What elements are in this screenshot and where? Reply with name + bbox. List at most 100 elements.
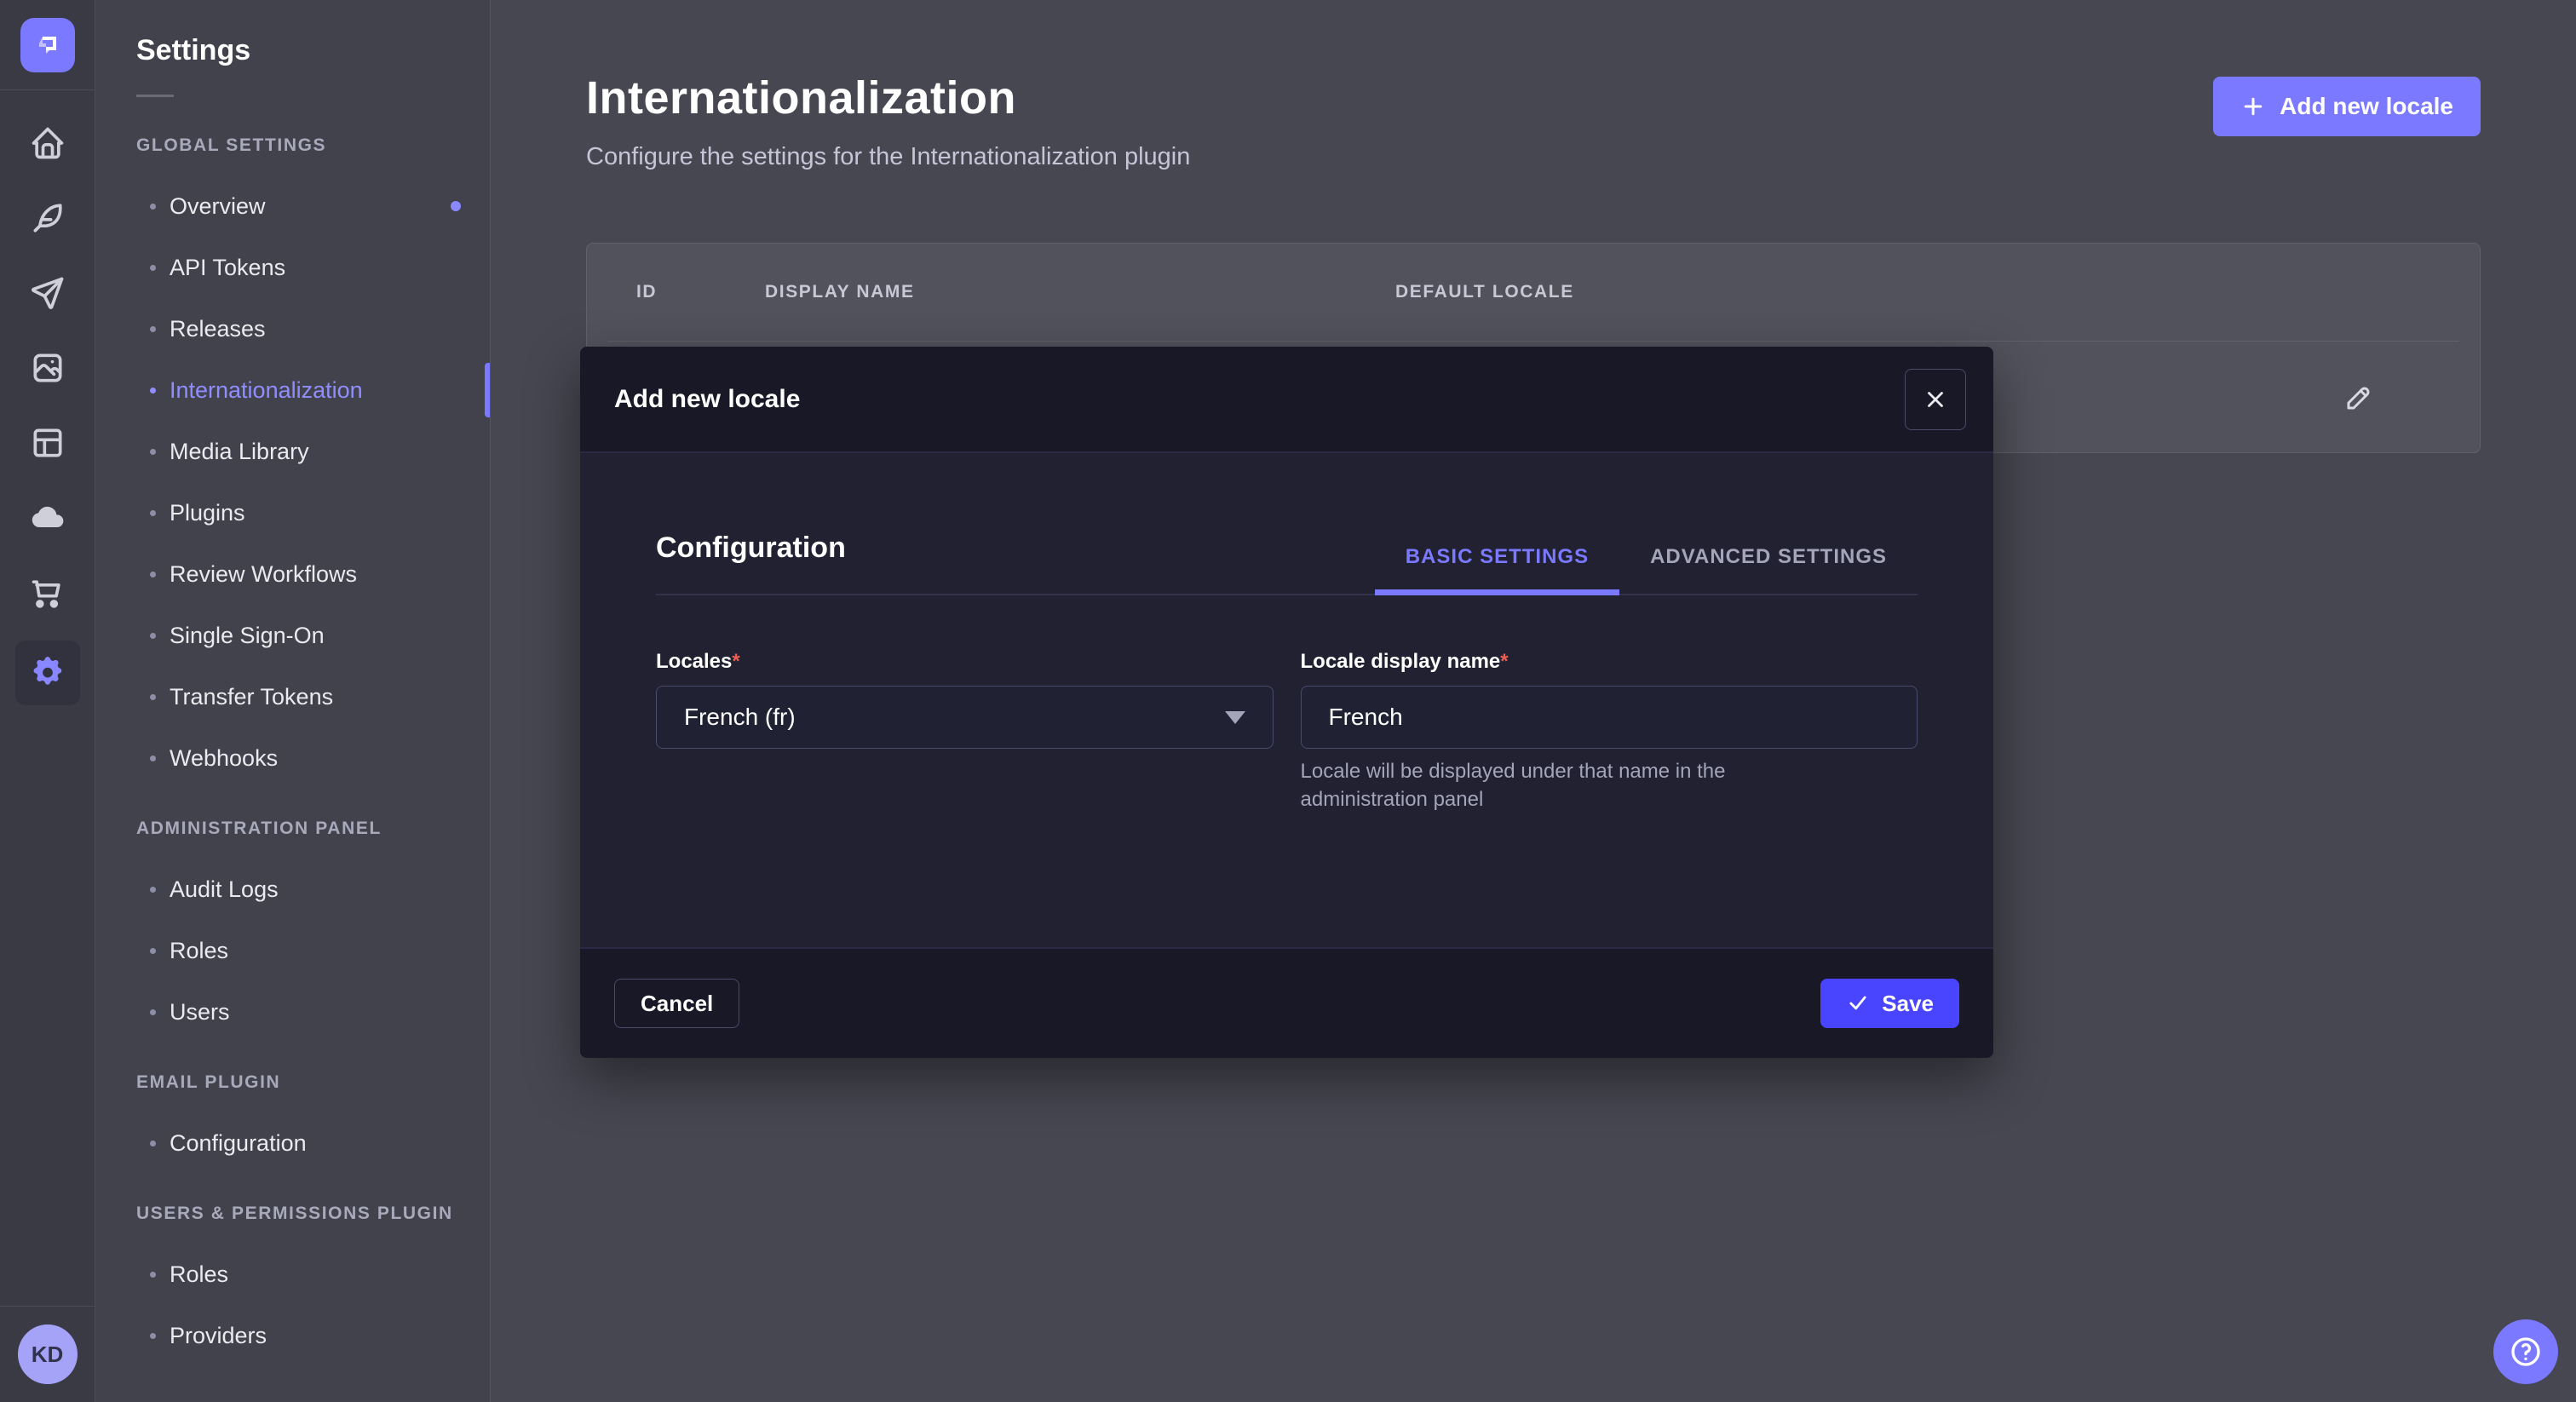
notification-dot: [451, 201, 461, 211]
bullet-dot: [150, 887, 156, 893]
save-button[interactable]: Save: [1820, 979, 1959, 1028]
plus-icon: [2240, 94, 2266, 119]
column-display-name: DISPLAY NAME: [765, 244, 915, 341]
bullet-dot: [150, 572, 156, 577]
sidebar-item-users[interactable]: Users: [95, 981, 490, 1043]
locales-field: Locales* French (fr): [656, 650, 1274, 813]
sidebar-item-audit-logs[interactable]: Audit Logs: [95, 859, 490, 920]
bullet-dot: [150, 694, 156, 700]
sidebar-item-media-library[interactable]: Media Library: [95, 421, 490, 482]
sidebar-item-label: Configuration: [170, 1130, 307, 1157]
modal-body: Configuration BASIC SETTINGS ADVANCED SE…: [580, 453, 1993, 947]
settings-sidebar-header: Settings: [95, 0, 490, 97]
modal-header: Add new locale: [580, 347, 1993, 453]
sidebar-item-label: Audit Logs: [170, 876, 279, 903]
sidebar-item-releases[interactable]: Releases: [95, 298, 490, 359]
sidebar-item-label: API Tokens: [170, 255, 285, 281]
sidebar-title: Settings: [136, 34, 490, 67]
page-header: Internationalization Configure the setti…: [492, 0, 2576, 171]
sidebar-item-api-tokens[interactable]: API Tokens: [95, 237, 490, 298]
cart-icon[interactable]: [20, 566, 75, 620]
bullet-dot: [150, 510, 156, 516]
cancel-button[interactable]: Cancel: [614, 979, 739, 1028]
locales-select-value: French (fr): [684, 704, 796, 731]
locales-label-text: Locales: [656, 650, 732, 673]
edit-pencil-icon[interactable]: [2335, 374, 2383, 422]
tab-advanced-settings[interactable]: ADVANCED SETTINGS: [1619, 545, 1918, 595]
bullet-dot: [150, 1272, 156, 1278]
bullet-dot: [150, 326, 156, 332]
bullet-dot: [150, 388, 156, 394]
display-name-input[interactable]: [1329, 704, 1890, 731]
sidebar-item-label: Single Sign-On: [170, 623, 325, 649]
avatar[interactable]: KD: [18, 1324, 78, 1384]
section-email-plugin: EMAIL PLUGIN: [95, 1053, 490, 1112]
locales-select[interactable]: French (fr): [656, 686, 1274, 749]
sidebar-item-review-workflows[interactable]: Review Workflows: [95, 543, 490, 605]
section-administration-panel: ADMINISTRATION PANEL: [95, 799, 490, 859]
display-name-input-wrap: [1301, 686, 1918, 749]
save-label: Save: [1882, 991, 1934, 1017]
column-default-locale: DEFAULT LOCALE: [1395, 244, 1574, 341]
page-title: Internationalization: [586, 72, 2481, 124]
modal-title: Add new locale: [614, 385, 800, 414]
bullet-dot: [150, 449, 156, 455]
sidebar-item-label: Providers: [170, 1323, 267, 1349]
bullet-dot: [150, 265, 156, 271]
sidebar-item-label: Transfer Tokens: [170, 684, 333, 710]
sidebar-item-admin-roles[interactable]: Roles: [95, 920, 490, 981]
sidebar-item-overview[interactable]: Overview: [95, 175, 490, 237]
sidebar-item-plugins[interactable]: Plugins: [95, 482, 490, 543]
sidebar-item-label: Internationalization: [170, 377, 363, 404]
strapi-logo-icon: [32, 30, 63, 60]
home-icon[interactable]: [20, 116, 75, 170]
display-name-hint: Locale will be displayed under that name…: [1301, 757, 1829, 813]
rail-icon-list: [0, 90, 95, 705]
sidebar-item-label: Roles: [170, 1261, 228, 1288]
section-users-permissions-plugin: USERS & PERMISSIONS PLUGIN: [95, 1184, 490, 1244]
feather-icon[interactable]: [20, 191, 75, 245]
bullet-dot: [150, 756, 156, 761]
layout-icon[interactable]: [20, 416, 75, 470]
section-global-settings: GLOBAL SETTINGS: [95, 116, 490, 175]
sidebar-item-transfer-tokens[interactable]: Transfer Tokens: [95, 666, 490, 727]
sidebar-item-up-roles[interactable]: Roles: [95, 1244, 490, 1305]
bullet-dot: [150, 1141, 156, 1146]
sidebar-item-label: Review Workflows: [170, 561, 357, 588]
sidebar-item-email-configuration[interactable]: Configuration: [95, 1112, 490, 1174]
cloud-icon[interactable]: [20, 491, 75, 545]
sidebar-item-internationalization[interactable]: Internationalization: [95, 359, 490, 421]
tab-basic-settings[interactable]: BASIC SETTINGS: [1375, 545, 1619, 595]
settings-tabs: BASIC SETTINGS ADVANCED SETTINGS: [1375, 545, 1918, 594]
sidebar-title-rule: [136, 95, 174, 97]
add-new-locale-button[interactable]: Add new locale: [2213, 77, 2481, 136]
help-icon[interactable]: [2493, 1319, 2558, 1384]
modal-footer: Cancel Save: [580, 947, 1993, 1058]
page-subtitle: Configure the settings for the Internati…: [586, 143, 2481, 171]
sidebar-item-webhooks[interactable]: Webhooks: [95, 727, 490, 789]
logo-box: [0, 0, 95, 90]
locales-label: Locales*: [656, 650, 1274, 674]
sidebar-item-label: Plugins: [170, 500, 245, 526]
rail-user-area: KD: [0, 1306, 95, 1402]
sidebar-item-providers[interactable]: Providers: [95, 1305, 490, 1366]
media-icon[interactable]: [20, 341, 75, 395]
add-new-locale-label: Add new locale: [2280, 93, 2453, 120]
configuration-title: Configuration: [656, 531, 846, 594]
settings-gear-icon[interactable]: [15, 641, 80, 705]
table-header-row: ID DISPLAY NAME DEFAULT LOCALE: [587, 244, 2480, 341]
chevron-down-icon: [1225, 711, 1245, 724]
settings-sidebar: Settings GLOBAL SETTINGS Overview API To…: [95, 0, 491, 1402]
column-id: ID: [636, 244, 657, 341]
send-icon[interactable]: [20, 266, 75, 320]
modal-fields: Locales* French (fr) Locale display name…: [656, 650, 1918, 813]
sidebar-item-label: Releases: [170, 316, 266, 342]
strapi-logo[interactable]: [20, 18, 75, 72]
sidebar-item-single-sign-on[interactable]: Single Sign-On: [95, 605, 490, 666]
bullet-dot: [150, 1333, 156, 1339]
sidebar-nav: GLOBAL SETTINGS Overview API Tokens Rele…: [95, 116, 490, 1366]
add-locale-modal: Add new locale Configuration BASIC SETTI…: [580, 347, 1993, 1058]
close-icon[interactable]: [1905, 369, 1966, 430]
required-asterisk: *: [1500, 650, 1508, 673]
bullet-dot: [150, 204, 156, 210]
